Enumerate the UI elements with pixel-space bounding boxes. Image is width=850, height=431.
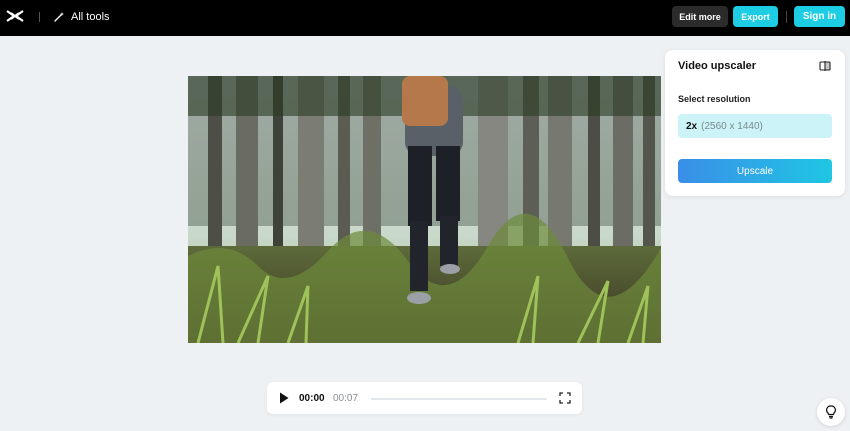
playback-controls: 00:00 00:07 bbox=[267, 382, 582, 414]
current-time: 00:00 bbox=[299, 393, 325, 404]
magic-wand-icon bbox=[54, 12, 64, 22]
video-upscaler-panel: Video upscaler Select resolution 2x (256… bbox=[665, 50, 845, 196]
sign-in-button[interactable]: Sign in bbox=[794, 6, 845, 27]
compare-icon[interactable] bbox=[819, 60, 831, 72]
play-icon[interactable] bbox=[279, 392, 289, 404]
video-frame-forest-hiker bbox=[188, 76, 661, 343]
progress-track[interactable] bbox=[371, 398, 547, 400]
tips-button[interactable] bbox=[817, 398, 845, 426]
resolution-dimensions: (2560 x 1440) bbox=[701, 120, 763, 132]
duration: 00:07 bbox=[333, 393, 359, 404]
lightbulb-icon bbox=[826, 405, 836, 419]
export-button[interactable]: Export bbox=[733, 6, 778, 27]
panel-title: Video upscaler bbox=[678, 60, 757, 72]
capcut-logo-icon[interactable] bbox=[6, 9, 24, 23]
top-bar: All tools Edit more Export Sign in bbox=[0, 0, 850, 36]
all-tools-label: All tools bbox=[71, 11, 110, 23]
header-divider bbox=[39, 12, 40, 22]
resolution-multiplier: 2x bbox=[686, 120, 698, 132]
resolution-option-2x[interactable]: 2x (2560 x 1440) bbox=[678, 114, 832, 138]
resolution-label: Select resolution bbox=[678, 94, 751, 104]
upscale-button[interactable]: Upscale bbox=[678, 159, 832, 183]
header-separator bbox=[786, 11, 787, 23]
fullscreen-icon[interactable] bbox=[559, 392, 571, 404]
video-preview[interactable] bbox=[188, 76, 661, 343]
all-tools-link[interactable]: All tools bbox=[53, 9, 110, 25]
edit-more-button[interactable]: Edit more bbox=[672, 6, 728, 27]
